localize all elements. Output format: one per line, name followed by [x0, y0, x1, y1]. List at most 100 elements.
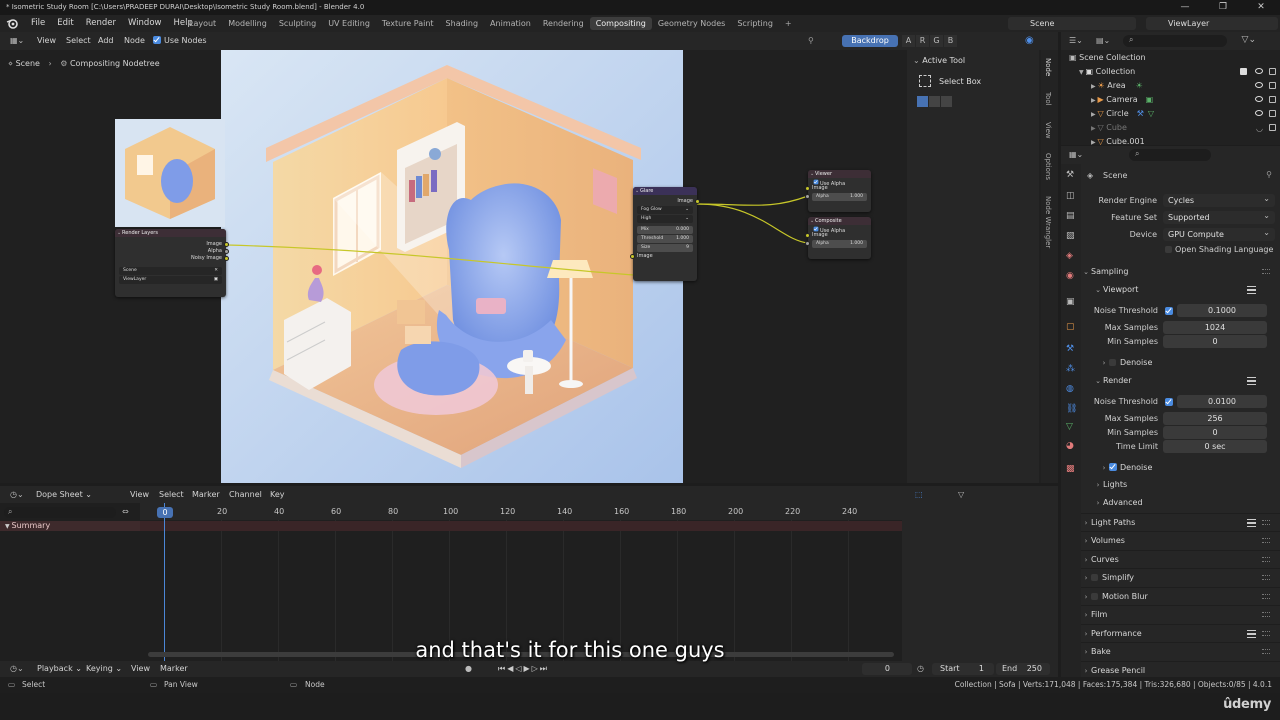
collection-exclude-checkbox[interactable]	[1240, 68, 1247, 75]
texture-tab-icon[interactable]: ▩	[1066, 464, 1075, 474]
scene-selector[interactable]: Scene	[1008, 17, 1136, 30]
sampling-panel-header[interactable]: ⌄ Sampling	[1081, 263, 1280, 281]
composite-image-socket[interactable]	[805, 233, 810, 238]
maximize-button[interactable]: ❐	[1204, 0, 1242, 15]
viewport-noise-threshold-field[interactable]: 0.1000	[1177, 304, 1267, 317]
mode-new-icon[interactable]	[917, 96, 928, 107]
tab-modelling[interactable]: Modelling	[222, 17, 273, 30]
viewport-noise-threshold-checkbox[interactable]	[1165, 307, 1173, 315]
outliner-search-input[interactable]: ⌕	[1123, 35, 1227, 47]
viewer-image-socket[interactable]	[805, 186, 810, 191]
tab-shading[interactable]: Shading	[440, 17, 485, 30]
glare-node-header[interactable]: ⌄ Glare	[633, 187, 697, 195]
area-visibility-icon[interactable]	[1255, 82, 1263, 88]
osl-checkbox[interactable]	[1165, 246, 1172, 253]
collection-render-icon[interactable]	[1269, 68, 1276, 75]
close-button[interactable]: ✕	[1242, 0, 1280, 15]
glare-type-select[interactable]: Fog Glow ⌄	[637, 206, 693, 214]
area-render-icon[interactable]	[1269, 82, 1276, 89]
render-max-samples-field[interactable]: 256	[1163, 412, 1267, 425]
glare-output-socket[interactable]	[695, 199, 700, 204]
particles-tab-icon[interactable]: ⁂	[1066, 364, 1075, 374]
drag-handle-icon[interactable]	[1262, 575, 1270, 580]
sidebar-tab-view[interactable]: View	[1044, 122, 1052, 139]
timeline-menu-marker[interactable]: Marker	[192, 486, 220, 503]
tab-animation[interactable]: Animation	[484, 17, 537, 30]
transport-controls-icon[interactable]: ⏮◀◁▶▷⏭	[498, 661, 549, 677]
viewer-node[interactable]: ⌄ Viewer Use Alpha Image Alpha 1.000	[805, 170, 871, 212]
camera-visibility-icon[interactable]	[1255, 96, 1263, 102]
active-tool-header[interactable]: ⌄ Active Tool	[913, 56, 965, 65]
collapse-chevron-icon[interactable]: ⌄	[117, 229, 121, 237]
light-paths-presets-icon[interactable]	[1247, 519, 1256, 527]
timeline-menu-channel[interactable]: Channel	[229, 486, 262, 503]
pin-icon[interactable]: ⚲	[808, 32, 814, 50]
keying-menu[interactable]: Keying ⌄	[86, 661, 122, 677]
mode-subtract-icon[interactable]	[941, 96, 952, 107]
collection-tab-icon[interactable]: ▣	[1066, 297, 1075, 307]
object-tab-icon[interactable]: ▢	[1066, 322, 1075, 332]
outliner-scene-collection[interactable]: ▣ Scene Collection	[1061, 51, 1280, 65]
performance-presets-icon[interactable]	[1247, 630, 1256, 638]
glare-quality-select[interactable]: High ⌄	[637, 215, 693, 223]
view-layer-tab-icon[interactable]: ▧	[1066, 231, 1075, 241]
data-tab-icon[interactable]: ▽	[1066, 422, 1073, 432]
glare-size-field[interactable]: Size 9	[637, 244, 693, 252]
glare-input-socket[interactable]	[630, 254, 635, 259]
viewport-denoise-header[interactable]: › Denoise	[1081, 354, 1280, 372]
scene-field[interactable]: Scene ✕	[119, 267, 222, 275]
outliner-item-camera[interactable]: ▶ ▶ Camera ▣	[1061, 93, 1280, 107]
drag-handle-icon[interactable]	[1262, 520, 1270, 525]
composite-node-header[interactable]: ⌄ Composite	[808, 217, 871, 225]
composite-use-alpha-checkbox[interactable]	[813, 226, 819, 232]
menu-render[interactable]: Render	[80, 15, 122, 32]
advanced-subpanel-header[interactable]: › Advanced	[1081, 494, 1280, 512]
properties-editor-icon[interactable]: ▦⌄	[1069, 150, 1083, 159]
viewer-node-header[interactable]: ⌄ Viewer	[808, 170, 871, 178]
dope-sheet-mode-select[interactable]: Dope Sheet ⌄	[36, 486, 92, 503]
frame-ruler[interactable]: 20 40 60 80 100 120 140 160 180 200 220 …	[140, 503, 902, 520]
feature-set-select[interactable]: Supported	[1163, 209, 1275, 224]
minimize-button[interactable]: —	[1166, 0, 1204, 15]
cube-render-icon[interactable]	[1269, 124, 1276, 131]
drag-handle-icon[interactable]	[1262, 557, 1270, 562]
glare-mix-field[interactable]: Mix 0.000	[637, 226, 693, 234]
tab-scripting[interactable]: Scripting	[731, 17, 779, 30]
glare-collapse-icon[interactable]: ⌄	[635, 187, 639, 195]
channel-b-button[interactable]: B	[944, 35, 957, 47]
tool-tab-icon[interactable]: ⚒	[1066, 170, 1074, 180]
node-editor-canvas[interactable]: ⋄ Scene › ⚙ Compositing Nodetree ⌄ Rende…	[0, 50, 1058, 483]
start-frame-field[interactable]: Start 1	[932, 663, 994, 675]
mode-extend-icon[interactable]	[929, 96, 940, 107]
time-limit-field[interactable]: 0 sec	[1163, 440, 1267, 453]
menu-window[interactable]: Window	[122, 15, 168, 32]
only-selected-icon[interactable]: ⬚	[915, 486, 923, 503]
circle-visibility-icon[interactable]	[1255, 110, 1263, 116]
device-select[interactable]: GPU Compute	[1163, 226, 1275, 241]
output-image-socket[interactable]	[224, 242, 229, 247]
view-layer-selector[interactable]: ViewLayer	[1146, 17, 1278, 30]
outliner-collection[interactable]: ▼ ▣ Collection	[1061, 65, 1280, 79]
end-frame-field[interactable]: End 250	[996, 663, 1050, 675]
simplify-checkbox[interactable]	[1091, 574, 1098, 581]
clear-scene-icon[interactable]: ✕	[214, 267, 218, 275]
viewer-use-alpha[interactable]: Use Alpha	[808, 178, 871, 187]
pin-context-icon[interactable]: ⚲	[1266, 170, 1272, 179]
node-menu-node[interactable]: Node	[124, 32, 145, 50]
outliner-filter-icon[interactable]: ▽⌄	[1242, 35, 1256, 45]
timeline-menu-key[interactable]: Key	[270, 486, 285, 503]
composite-node[interactable]: ⌄ Composite Use Alpha Image Alpha 1.000	[805, 217, 871, 259]
properties-search-input[interactable]: ⌕	[1129, 149, 1211, 161]
curves-panel-header[interactable]: › Curves	[1081, 550, 1280, 568]
add-workspace-icon[interactable]: +	[779, 17, 798, 30]
drag-handle-icon[interactable]	[1262, 269, 1270, 274]
cube-hidden-icon[interactable]: ◡	[1256, 122, 1263, 136]
drag-handle-icon[interactable]	[1262, 612, 1270, 617]
timeline-editor-type-icon[interactable]: ◷⌄	[10, 486, 24, 503]
viewer-collapse-icon[interactable]: ⌄	[810, 170, 814, 178]
channel-search-input[interactable]: ⌕	[4, 507, 116, 518]
tab-texture-paint[interactable]: Texture Paint	[376, 17, 440, 30]
node-menu-view[interactable]: View	[37, 32, 56, 50]
tab-uv-editing[interactable]: UV Editing	[322, 17, 376, 30]
film-panel-header[interactable]: › Film	[1081, 605, 1280, 623]
